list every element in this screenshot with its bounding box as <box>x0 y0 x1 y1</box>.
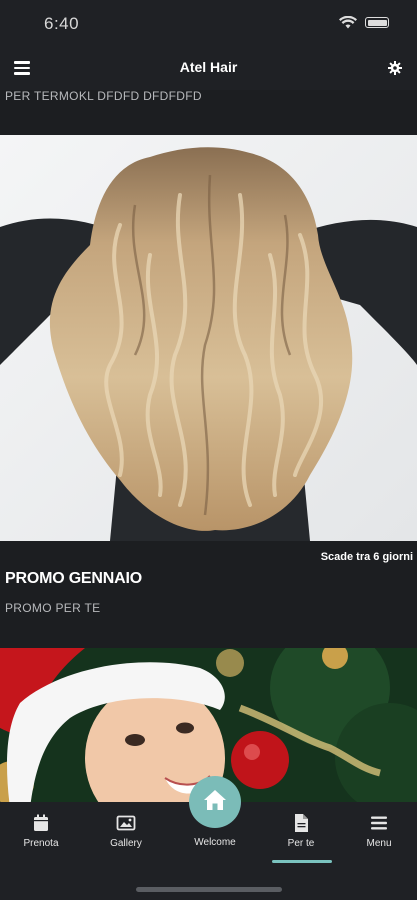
status-time: 6:40 <box>44 14 80 33</box>
previous-card-footer[interactable]: PER TERMOKL DFDFD DFDFDFD <box>0 90 417 134</box>
status-icons <box>339 16 389 29</box>
image-icon <box>116 813 136 833</box>
tab-per-te[interactable]: Per te <box>266 813 336 849</box>
app-header: Atel Hair <box>0 46 417 90</box>
promo-subtitle: PROMO PER TE <box>5 601 101 615</box>
promo-card-info[interactable]: Scade tra 6 giorni PROMO GENNAIO PROMO P… <box>0 541 417 647</box>
promo-image-hair[interactable] <box>0 135 417 541</box>
promo-title: PROMO GENNAIO <box>5 570 142 587</box>
tab-gallery[interactable]: Gallery <box>91 813 161 849</box>
battery-icon <box>365 17 389 28</box>
tab-label: Gallery <box>110 838 142 849</box>
tab-label: Menu <box>366 838 392 849</box>
bottom-tab-bar: Prenota Gallery Welcome Per te Menu <box>0 776 417 900</box>
home-icon <box>203 789 227 816</box>
promo-expiry: Scade tra 6 giorni <box>320 551 413 563</box>
tab-label: Prenota <box>23 838 59 849</box>
tab-label: Per te <box>287 838 315 849</box>
home-button[interactable] <box>189 776 241 828</box>
document-icon <box>291 813 311 833</box>
active-tab-indicator <box>272 860 332 863</box>
app-title: Atel Hair <box>179 59 238 75</box>
calendar-icon <box>31 813 51 833</box>
wifi-icon <box>339 16 357 29</box>
tab-prenota[interactable]: Prenota <box>6 813 76 849</box>
tab-menu[interactable]: Menu <box>344 813 414 849</box>
gear-icon[interactable] <box>387 60 403 76</box>
list-icon <box>369 813 389 833</box>
promo-feed[interactable]: PER TERMOKL DFDFD DFDFDFD Scade tra 6 gi… <box>0 90 417 802</box>
home-indicator <box>136 887 282 892</box>
status-bar: 6:40 <box>0 0 417 46</box>
tab-welcome-label[interactable]: Welcome <box>175 837 255 848</box>
previous-card-subtitle: PER TERMOKL DFDFD DFDFDFD <box>5 90 202 103</box>
